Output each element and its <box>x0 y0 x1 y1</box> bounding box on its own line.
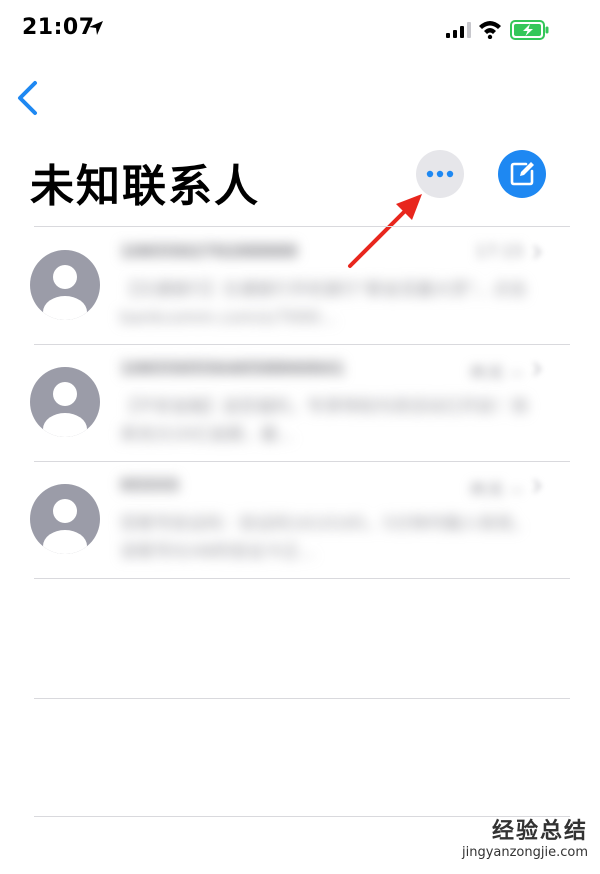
back-chevron-icon[interactable] <box>14 80 42 116</box>
page-title: 未知联系人 <box>30 161 260 212</box>
message-preview: 【交通银行】交通银行手机银行"薪金至赢大赏"，点击 bankcomm.com/s… <box>120 280 527 328</box>
message-sender: 95555 <box>120 476 180 496</box>
message-sender: 1065505564058866841 <box>120 359 345 379</box>
header-divider <box>34 226 570 227</box>
status-bar: 21:07 <box>0 0 600 60</box>
chevron-right-icon <box>533 479 542 493</box>
status-time: 21:07 <box>22 15 95 40</box>
empty-row-divider <box>34 698 570 699</box>
watermark-chinese: 经验总结 <box>491 819 588 844</box>
cellular-signal-icon <box>446 22 471 38</box>
wifi-icon <box>479 21 501 39</box>
contact-avatar-icon <box>30 250 100 320</box>
message-row[interactable]: 106550270288888 17:15 【交通银行】交通银行手机银行"薪金至… <box>0 228 600 345</box>
row-divider <box>34 578 570 579</box>
message-time: 17:15 <box>475 242 524 262</box>
battery-charging-icon <box>510 20 549 40</box>
compose-icon <box>510 162 534 186</box>
chevron-right-icon <box>533 245 542 259</box>
message-row[interactable]: 1065505564058866841 昨天 ~ 【平安金融】送您福利，专享特权… <box>0 345 600 462</box>
message-row[interactable]: 95555 昨天 ~ 您尾号验证码：验证码1610165，5分钟内输入有效，该尾… <box>0 462 600 579</box>
chevron-right-icon <box>533 362 542 376</box>
messages-screen: 21:07 未知联系人 106550270288888 17:15 【交通银行】… <box>0 0 600 874</box>
message-sender: 106550270288888 <box>120 242 298 262</box>
message-preview: 【平安金融】送您福利，专享特权内测活动已开启！快来充分20亿金额，最... <box>120 397 528 445</box>
watermark-url: jingyanzongjie.com <box>461 845 588 860</box>
message-time: 昨天 ~ <box>470 364 524 384</box>
message-time: 昨天 ~ <box>470 481 524 501</box>
contact-avatar-icon <box>30 484 100 554</box>
watermark: 经验总结 jingyanzongjie.com <box>462 813 588 860</box>
message-list: 106550270288888 17:15 【交通银行】交通银行手机银行"薪金至… <box>0 228 600 579</box>
contact-avatar-icon <box>30 367 100 437</box>
compose-button[interactable] <box>498 150 546 198</box>
message-preview: 您尾号验证码：验证码1610165，5分钟内输入有效，该尾号9248的验证卡正.… <box>120 514 530 562</box>
location-arrow-icon <box>89 21 103 35</box>
